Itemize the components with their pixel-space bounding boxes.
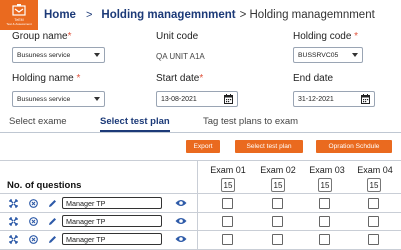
- group-name-label: Group name*: [12, 31, 72, 42]
- end-date-input[interactable]: 31-12-2021: [293, 91, 375, 107]
- holding-name-select[interactable]: Busuness service: [12, 91, 105, 107]
- eye-icon[interactable]: [175, 199, 187, 207]
- edit-icon[interactable]: [48, 235, 57, 244]
- start-date-value: 13-08-2021: [161, 95, 197, 103]
- exam-checkbox[interactable]: [319, 216, 330, 227]
- exam-checkbox[interactable]: [368, 216, 379, 227]
- breadcrumb: Home > Holding managemnment > Holding ma…: [44, 7, 375, 23]
- calendar-icon[interactable]: [361, 94, 370, 104]
- opration-schedule-button[interactable]: Opration Schdule: [316, 140, 392, 153]
- remove-icon[interactable]: [29, 217, 38, 226]
- breadcrumb-home-link[interactable]: Home: [44, 9, 76, 21]
- test-plan-field[interactable]: Manager TP: [62, 197, 162, 209]
- exam-checkbox[interactable]: [272, 234, 283, 245]
- edit-icon[interactable]: [48, 217, 57, 226]
- exam-question-count[interactable]: 15: [271, 178, 285, 192]
- exam-checkbox[interactable]: [272, 198, 283, 209]
- exam-checkbox[interactable]: [368, 234, 379, 245]
- unit-code-label: Unit code: [156, 31, 199, 42]
- breadcrumb-separator: >: [85, 9, 93, 21]
- tab-select-test-plan[interactable]: Select test plan: [100, 116, 170, 127]
- remove-icon[interactable]: [29, 235, 38, 244]
- tab-tag-test-plans[interactable]: Tag test plans to exam: [203, 116, 298, 127]
- move-icon[interactable]: [9, 235, 18, 244]
- move-icon[interactable]: [9, 217, 18, 226]
- questions-header: No. of questions: [7, 180, 82, 191]
- holding-code-label: Holding code *: [293, 31, 359, 42]
- test-plan-field[interactable]: Manager TP: [62, 215, 162, 227]
- logo-mark-icon: [12, 4, 26, 16]
- breadcrumb-current: > Holding managemnment: [239, 9, 375, 21]
- unit-code-value: QA UNIT A1A: [156, 52, 205, 61]
- exam-checkbox[interactable]: [222, 234, 233, 245]
- move-icon[interactable]: [9, 199, 18, 208]
- grid-line: [0, 160, 401, 161]
- exam-checkbox[interactable]: [272, 216, 283, 227]
- breadcrumb-holding-link[interactable]: Holding managemnment: [101, 9, 235, 21]
- exam-question-count[interactable]: 15: [318, 178, 332, 192]
- exam-header: Exam 01: [210, 165, 246, 175]
- tab-divider: [0, 132, 401, 133]
- grid-line: [0, 193, 401, 194]
- eye-icon[interactable]: [175, 235, 187, 243]
- holding-name-label: Holding name *: [12, 73, 81, 84]
- calendar-icon[interactable]: [224, 94, 233, 104]
- exam-question-count[interactable]: 15: [367, 178, 381, 192]
- end-date-label: End date: [293, 73, 334, 84]
- select-test-plan-button[interactable]: Select test plan: [235, 140, 303, 153]
- exam-question-count[interactable]: 15: [221, 178, 235, 192]
- chevron-down-icon: [352, 53, 358, 57]
- chevron-down-icon: [94, 53, 100, 57]
- exam-header: Exam 03: [309, 165, 345, 175]
- grid-line: [0, 230, 401, 231]
- holding-name-value: Busuness service: [17, 95, 71, 103]
- exam-header: Exam 04: [357, 165, 393, 175]
- exam-checkbox[interactable]: [319, 234, 330, 245]
- exam-checkbox[interactable]: [222, 216, 233, 227]
- grid-line: [0, 212, 401, 213]
- group-name-value: Busuness service: [17, 51, 71, 59]
- holding-code-select[interactable]: BUSSRVC05: [293, 47, 363, 63]
- start-date-label: Start date*: [156, 73, 204, 84]
- group-name-select[interactable]: Busuness service: [12, 47, 105, 63]
- end-date-value: 31-12-2021: [298, 95, 334, 103]
- edit-icon[interactable]: [48, 199, 57, 208]
- exam-checkbox[interactable]: [368, 198, 379, 209]
- remove-icon[interactable]: [29, 199, 38, 208]
- chevron-down-icon: [94, 97, 100, 101]
- grid-line: [197, 160, 198, 250]
- holding-code-value: BUSSRVC05: [298, 51, 339, 59]
- eye-icon[interactable]: [175, 217, 187, 225]
- export-button[interactable]: Export: [186, 140, 220, 153]
- logo-subtext: Test & Assessment: [6, 22, 32, 26]
- exam-checkbox[interactable]: [222, 198, 233, 209]
- app-header: TeEM Test & Assessment Home > Holding ma…: [0, 0, 401, 30]
- exam-checkbox[interactable]: [319, 198, 330, 209]
- start-date-input[interactable]: 13-08-2021: [156, 91, 238, 107]
- exam-header: Exam 02: [260, 165, 296, 175]
- app-logo[interactable]: TeEM Test & Assessment: [0, 0, 38, 30]
- test-plan-field[interactable]: Manager TP: [62, 233, 162, 245]
- tab-select-exame[interactable]: Select exame: [9, 116, 67, 127]
